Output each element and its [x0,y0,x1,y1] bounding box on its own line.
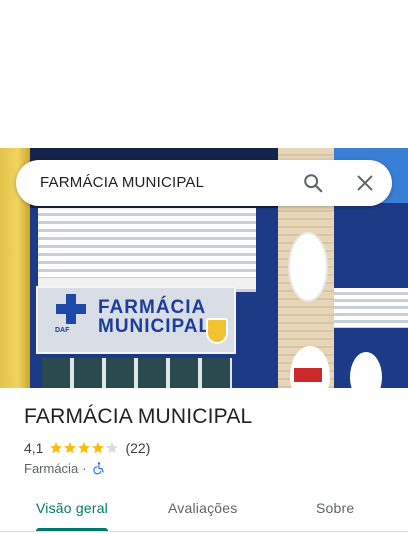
review-count[interactable]: (22) [125,440,150,456]
tab-overview[interactable]: Visão geral [36,500,108,516]
close-icon[interactable] [354,172,376,194]
star-icon [91,441,105,455]
search-bar[interactable]: FARMÁCIA MUNICIPAL [16,160,392,206]
place-panel: FARMÁCIA MUNICIPAL DAF FARMÁCIA MUNICIPA… [0,0,408,534]
place-title: FARMÁCIA MUNICIPAL [24,405,253,428]
star-rating [49,441,119,455]
rating-value: 4,1 [24,440,44,456]
photo-railing [38,208,256,278]
star-icon [63,441,77,455]
category-row: Farmácia · [24,460,106,476]
active-tab-indicator [36,528,108,531]
photo-sign-text: FARMÁCIA MUNICIPAL [98,297,212,337]
search-icon[interactable] [302,172,324,194]
photo-emblem-disc [288,232,328,302]
photo-windows [42,358,232,388]
pharmacy-cross-icon [56,294,86,324]
tab-bar: Visão geral Avaliações Sobre [0,490,408,532]
star-icon [105,441,119,455]
place-category[interactable]: Farmácia [24,461,78,476]
rating-row[interactable]: 4,1 (22) [24,440,150,456]
wheelchair-icon [92,461,106,475]
separator-dot: · [82,460,87,476]
star-icon [77,441,91,455]
tab-about[interactable]: Sobre [316,500,354,516]
crest-icon [206,318,228,344]
photo-sign-small: DAF [55,327,70,334]
star-icon [49,441,63,455]
photo-right-balcony [334,288,408,328]
search-input[interactable]: FARMÁCIA MUNICIPAL [40,174,204,191]
tab-reviews[interactable]: Avaliações [168,500,237,516]
